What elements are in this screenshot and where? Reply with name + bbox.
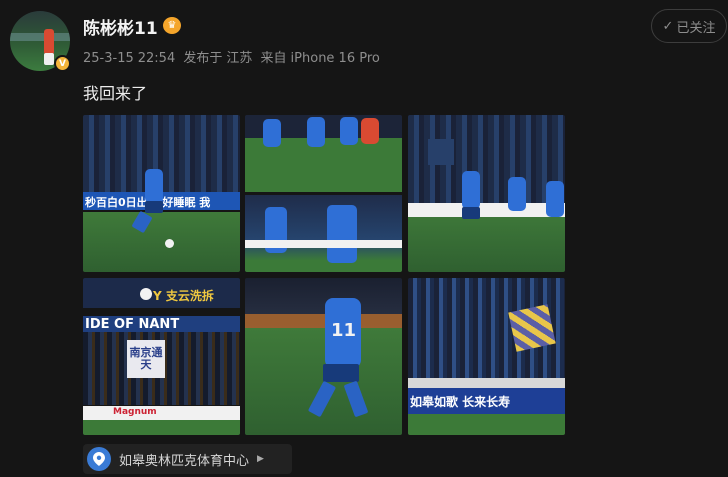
avatar-player-legs [44,53,54,65]
photo-flag [508,304,556,352]
photo-player [307,117,325,147]
location-label: 如皋奥林匹克体育中心 [119,453,250,469]
photo-player-shorts [462,207,480,219]
avatar-stand [10,33,70,41]
post-time: 22:54 [137,51,176,66]
post-device: iPhone 16 Pro [290,51,380,66]
photo-pitch [408,414,565,435]
post-location-prefix: 发布于 [183,51,223,66]
check-icon: ✓ [662,18,674,34]
photo-player [340,117,358,145]
photo-pitch [83,212,240,272]
photo-player [145,169,163,203]
photo-adboard [245,240,402,248]
photo-pitch [408,209,565,272]
post-date: 25-3-15 [83,51,134,66]
post-photo-4[interactable]: Y 支云洗拆 IDE OF NANT 南京通天 Magnum [83,278,240,435]
location-pin-icon [87,447,111,471]
post-photo-1[interactable]: 秒百白0日出 更好睡眠 我 [83,115,240,272]
photo-pitch [83,420,240,435]
post-photo-5[interactable]: 11 [245,278,402,435]
photo-adboard [408,203,565,217]
photo-fan-flag: 南京通天 [127,340,165,378]
post-source-prefix: 来自 [260,51,287,66]
post-text: 我回来了 [83,84,148,103]
photo-flag [428,139,454,165]
photo-railing [408,378,565,388]
photo-banner-mid-text: IDE OF NANT [85,317,180,332]
verified-v-icon: V [54,55,71,72]
chevron-right-icon: ▶ [257,454,264,464]
photo-adboard-text: Magnum [113,407,157,417]
location-tag[interactable]: 如皋奥林匹克体育中心 ▶ [83,444,292,474]
photo-ball [165,239,174,248]
post-region: 江苏 [226,51,253,66]
follow-button[interactable]: ✓ 已关注 [651,9,727,43]
photo-player [263,119,281,147]
photo-player-shorts [145,201,163,213]
post-photo-3[interactable] [408,115,565,272]
crown-icon[interactable]: ♛ [163,17,181,34]
photo-jersey-number: 11 [331,320,357,341]
photo-player [462,171,480,209]
photo-player-shorts [323,364,359,382]
username[interactable]: 陈彬彬11 [83,14,158,39]
post-meta: 25-3-15 22:54 发布于 江苏 来自 iPhone 16 Pro [83,47,384,66]
photo-player [508,177,526,211]
photo-adboard-text: 如皋如歌 长来长寿 [410,395,511,409]
photo-player [546,181,564,217]
photo-ball [140,288,152,300]
photo-banner-text: Y 支云洗拆 [153,289,214,303]
follow-button-label: 已关注 [676,20,716,36]
post-photo-2[interactable] [245,115,402,272]
photo-opponent [361,118,379,144]
avatar-player [44,29,54,55]
photo-player-celebrating [327,205,357,263]
photo-adboard [83,406,240,420]
post-photo-6[interactable]: 如皋如歌 长来长寿 [408,278,565,435]
